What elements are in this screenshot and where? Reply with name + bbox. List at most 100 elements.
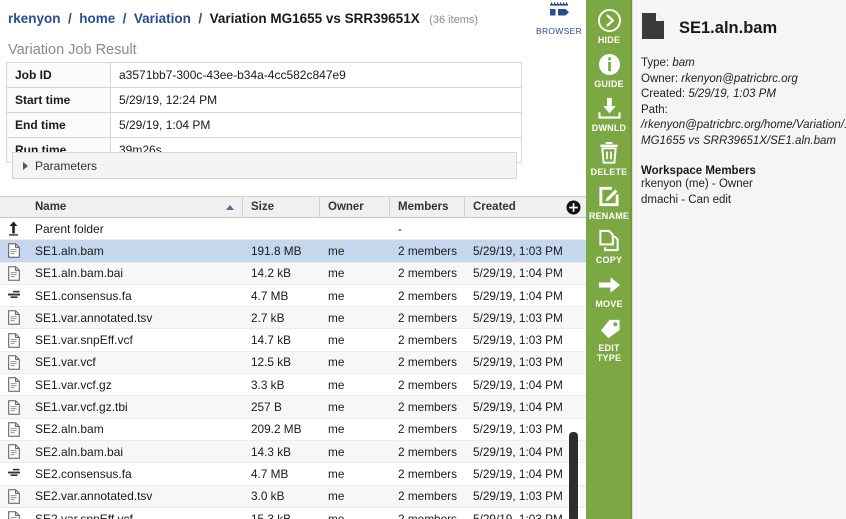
file-created: 5/29/19, 1:03 PM (473, 310, 563, 325)
file-size: 4.7 MB (251, 466, 289, 481)
job-info-label: Job ID (6, 62, 111, 88)
file-members: 2 members (398, 489, 458, 504)
file-icon (0, 351, 27, 373)
file-owner: me (328, 266, 345, 281)
copy-button[interactable]: COPY (586, 224, 632, 268)
file-size: 3.3 kB (251, 377, 285, 392)
file-header-owner[interactable]: Owner (320, 196, 390, 218)
browser-button[interactable]: BROWSER (533, 2, 585, 36)
detail-title: SE1.aln.bam (679, 18, 778, 37)
file-list-scrollbar-track[interactable] (569, 216, 582, 519)
table-row[interactable]: SE1.consensus.fa 4.7 MB me 2 members 5/29/19… (0, 284, 586, 308)
file-size: 257 B (251, 400, 282, 415)
file-icon (0, 396, 27, 418)
file-name: SE1.consensus.fa (35, 288, 132, 303)
table-row[interactable]: SE1.var.snpEff.vcf 14.7 kB me 2 members 5/29… (0, 329, 586, 352)
rename-button-label: RENAME (588, 211, 630, 221)
file-owner: me (328, 422, 345, 437)
add-circle-icon[interactable] (566, 200, 581, 215)
sort-ascending-icon (226, 205, 234, 210)
table-row[interactable]: SE2.aln.bam 209.2 MB me 2 members 5/29/19, 1… (0, 418, 586, 441)
chevron-right-circle-icon (586, 7, 632, 34)
table-row[interactable]: SE2.var.annotated.tsv 3.0 kB me 2 members 5/… (0, 485, 586, 508)
download-button[interactable]: DWNLD (586, 92, 632, 136)
file-size: 3.0 kB (251, 489, 285, 504)
file-name: SE2.aln.bam.bai (35, 444, 124, 459)
breadcrumb-link-variation[interactable]: Variation (134, 11, 191, 26)
file-owner: me (328, 489, 345, 504)
table-row[interactable]: SE2.consensus.fa 4.7 MB me 2 members 5/29/19… (0, 463, 586, 486)
detail-metadata: Type: bam Owner: rkenyon@patricbrc.org C… (641, 56, 846, 149)
detail-type: Type: bam (641, 56, 846, 72)
file-size: 15.3 kB (251, 511, 292, 519)
file-icon (0, 262, 27, 284)
move-button-label: MOVE (595, 299, 623, 309)
breadcrumb-link-home[interactable]: home (79, 11, 115, 26)
action-toolbar: HIDE GUIDE DWNLD DELETE RENAME COPY MOVE… (586, 0, 632, 519)
file-header-name[interactable]: Name (27, 196, 243, 218)
breadcrumb-separator: / (122, 11, 127, 26)
file-header-members[interactable]: Members (390, 196, 465, 218)
pencil-square-icon (586, 183, 632, 210)
browser-button-label: BROWSER (535, 26, 583, 36)
file-members: - (398, 221, 402, 236)
table-row[interactable]: SE1.aln.bam.bai 14.2 kB me 2 members 5/29/19… (0, 262, 586, 285)
delete-button[interactable]: DELETE (586, 136, 632, 180)
file-name: SE1.var.snpEff.vcf (35, 333, 133, 348)
tag-icon (586, 315, 632, 342)
file-header-size[interactable]: Size (243, 196, 320, 218)
breadcrumb: rkenyon / home / Variation / Variation M… (0, 0, 586, 36)
parameters-accordion[interactable]: Parameters (12, 152, 517, 179)
file-header-created[interactable]: Created (465, 196, 572, 218)
file-browser: Name Size Owner Members Created Parent f… (0, 196, 586, 519)
contigs-icon (0, 285, 27, 307)
file-members: 2 members (398, 355, 458, 370)
table-row[interactable]: SE1.var.annotated.tsv 2.7 kB me 2 members 5/… (0, 307, 586, 330)
file-size: 14.2 kB (251, 266, 292, 281)
file-icon (0, 485, 27, 507)
guide-button[interactable]: GUIDE (586, 48, 632, 92)
table-row[interactable]: SE2.aln.bam.bai 14.3 kB me 2 members 5/29/19… (0, 440, 586, 464)
hide-button-label: HIDE (597, 35, 621, 45)
breadcrumb-link-rkenyon[interactable]: rkenyon (8, 11, 61, 26)
file-list-scrollbar-thumb[interactable] (569, 432, 578, 519)
table-row[interactable]: SE2.var.snpEff.vcf 15.3 kB me 2 members 5/29… (0, 507, 586, 519)
hide-button[interactable]: HIDE (586, 4, 632, 48)
file-owner: me (328, 444, 345, 459)
file-table-header: Name Size Owner Members Created (0, 196, 586, 218)
parent-folder-row[interactable]: Parent folder - (0, 218, 586, 241)
rename-button[interactable]: RENAME (586, 180, 632, 224)
file-name: SE1.aln.bam (35, 243, 104, 258)
job-info-value-start-time: 5/29/19, 12:24 PM (110, 87, 522, 113)
detail-path-line-1: /rkenyon@patricbrc.org/home/Variation/.V… (641, 119, 846, 131)
table-row[interactable]: SE1.var.vcf.gz 3.3 kB me 2 members 5/29/19, … (0, 374, 586, 397)
move-button[interactable]: MOVE (586, 268, 632, 312)
job-info-value-end-time: 5/29/19, 1:04 PM (110, 112, 522, 138)
file-owner: me (328, 288, 345, 303)
file-name: SE2.aln.bam (35, 422, 104, 437)
detail-path-key: Path: (641, 103, 668, 116)
job-info-label: Start time (6, 87, 111, 113)
table-row[interactable]: SE1.var.vcf 12.5 kB me 2 members 5/29/19, 1:… (0, 351, 586, 375)
guide-button-label: GUIDE (594, 79, 624, 89)
breadcrumb-separator: / (67, 11, 72, 26)
file-members: 2 members (398, 466, 458, 481)
file-members: 2 members (398, 310, 458, 325)
detail-owner-key: Owner: (641, 72, 679, 85)
file-size: 12.5 kB (251, 355, 292, 370)
file-created: 5/29/19, 1:03 PM (473, 333, 563, 348)
job-info-row: End time 5/29/19, 1:04 PM (6, 112, 522, 138)
file-name: SE1.var.vcf.gz (35, 377, 112, 392)
file-created: 5/29/19, 1:03 PM (473, 511, 563, 519)
page-title: Variation Job Result (8, 42, 137, 58)
download-button-label: DWNLD (591, 123, 627, 133)
table-row[interactable]: SE1.var.vcf.gz.tbi 257 B me 2 members 5/29/1… (0, 396, 586, 419)
edit-type-button[interactable]: EDIT TYPE (586, 312, 632, 366)
file-created: 5/29/19, 1:03 PM (473, 422, 563, 437)
file-members: 2 members (398, 444, 458, 459)
job-info-row: Job ID a3571bb7-300c-43ee-b34a-4cc582c84… (6, 62, 522, 88)
table-row[interactable]: SE1.aln.bam 191.8 MB me 2 members 5/29/19, 1… (0, 240, 586, 263)
file-owner: me (328, 511, 345, 519)
file-name: SE1.var.vcf.gz.tbi (35, 400, 128, 415)
file-owner: me (328, 355, 345, 370)
